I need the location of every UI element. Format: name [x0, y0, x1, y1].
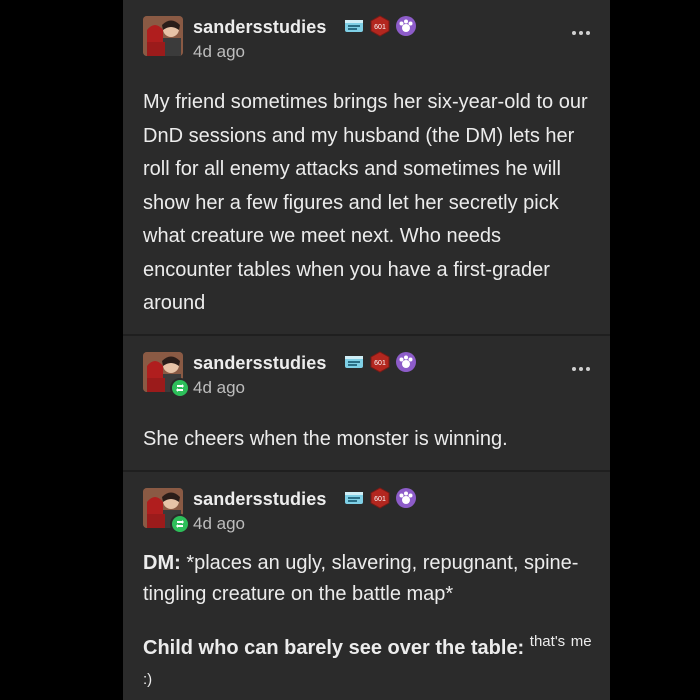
scroll-badge-icon[interactable] — [343, 487, 365, 514]
d20-badge-icon[interactable]: 601 — [369, 14, 391, 42]
post-text: DM: *places an ugly, slavering, repugnan… — [143, 548, 603, 700]
scroll-badge-icon[interactable] — [343, 15, 365, 42]
d20-badge-icon[interactable]: 601 — [369, 350, 391, 378]
dm-text: *places an ugly, slavering, repugnant, s… — [143, 552, 579, 605]
avatar[interactable] — [143, 16, 183, 56]
username[interactable]: sandersstudies — [193, 488, 326, 510]
user-badges: 601 — [343, 14, 417, 42]
user-badges: 601 — [343, 486, 417, 514]
dm-line: DM: *places an ugly, slavering, repugnan… — [143, 548, 603, 610]
username[interactable]: sandersstudies — [193, 352, 326, 374]
child-small-text: that's — [529, 633, 566, 650]
svg-text:601: 601 — [374, 496, 386, 503]
child-label: Child who can barely see over the table: — [143, 637, 525, 659]
paw-badge-icon[interactable] — [395, 351, 417, 378]
post-header: sandersstudies 601 4d ago — [143, 350, 593, 398]
post-time: 4d ago — [193, 42, 245, 61]
dm-label: DM: — [143, 552, 181, 574]
post-time: 4d ago — [193, 378, 245, 397]
svg-text:601: 601 — [374, 24, 386, 31]
post-time: 4d ago — [193, 514, 245, 533]
post-thread: sandersstudies 601 4d ago My friend some… — [123, 0, 610, 700]
post-reblog-1: sandersstudies 601 4d ago She cheers whe… — [123, 334, 610, 470]
post-header: sandersstudies 601 4d ago — [143, 486, 593, 534]
paw-badge-icon[interactable] — [395, 15, 417, 42]
reblog-icon — [170, 514, 190, 534]
username[interactable]: sandersstudies — [193, 16, 326, 38]
post-text: My friend sometimes brings her six-year-… — [143, 91, 588, 314]
d20-badge-icon[interactable]: 601 — [369, 486, 391, 514]
paw-badge-icon[interactable] — [395, 487, 417, 514]
more-options-icon[interactable] — [569, 364, 593, 374]
post-original: sandersstudies 601 4d ago My friend some… — [123, 0, 610, 332]
child-line: Child who can barely see over the table:… — [143, 626, 603, 700]
post-text: She cheers when the monster is winning. — [143, 428, 508, 450]
reblog-icon — [170, 378, 190, 398]
post-reblog-2: sandersstudies 601 4d ago DM: *places an… — [123, 470, 610, 700]
more-options-icon[interactable] — [569, 28, 593, 38]
scroll-badge-icon[interactable] — [343, 351, 365, 378]
svg-text:601: 601 — [374, 360, 386, 367]
post-header: sandersstudies 601 4d ago — [143, 14, 593, 61]
user-badges: 601 — [343, 350, 417, 378]
